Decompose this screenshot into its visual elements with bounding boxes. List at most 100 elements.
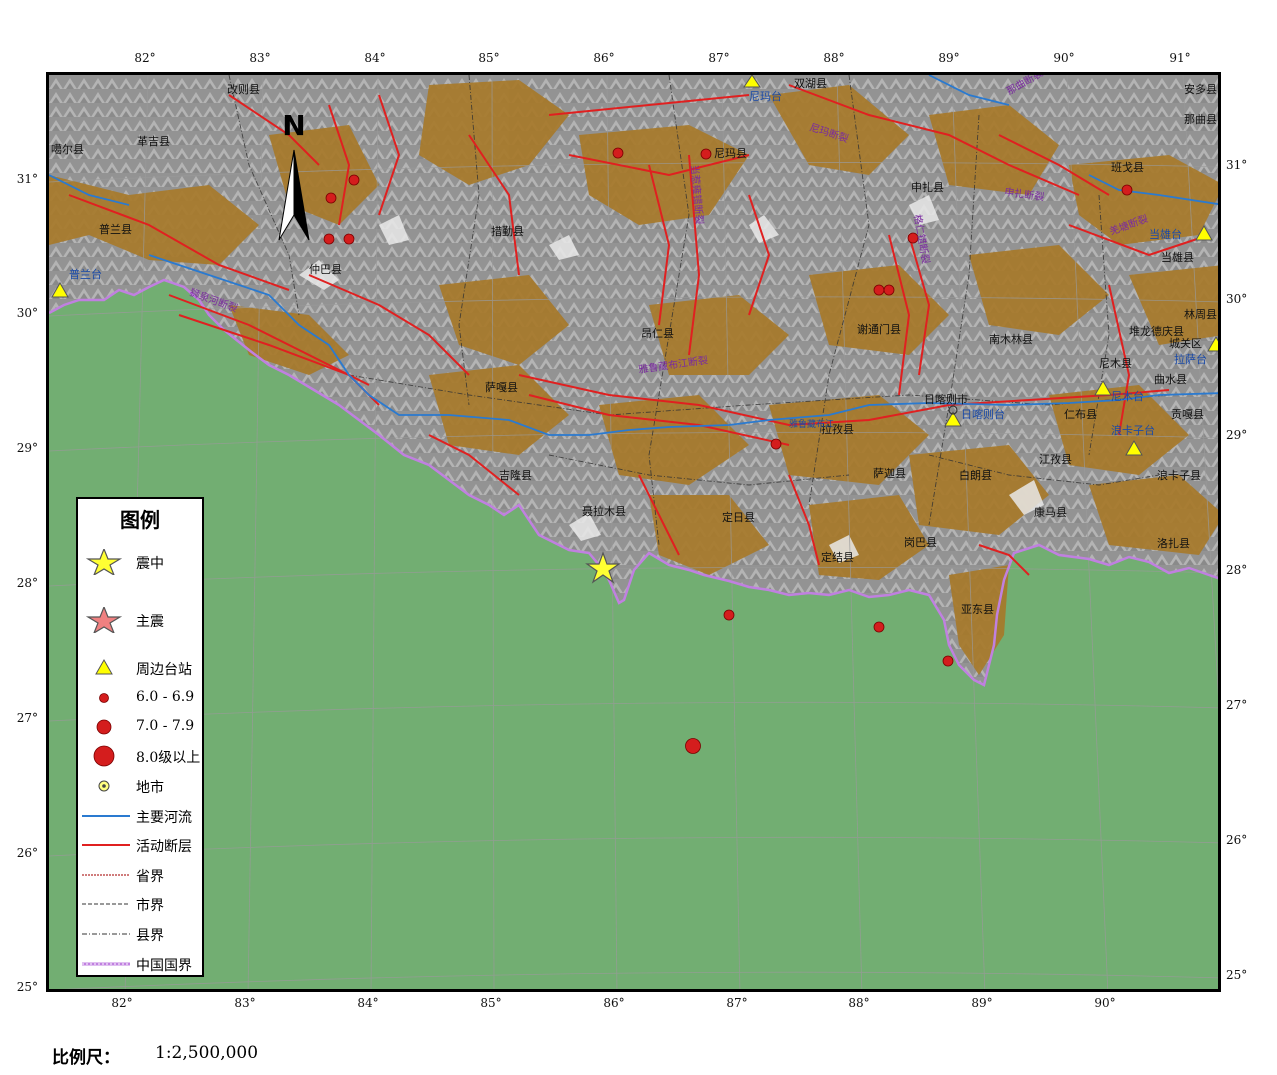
lon-tick-top: 88° bbox=[823, 51, 845, 65]
national-border-icon bbox=[82, 962, 130, 966]
place-label: 仲巴县 bbox=[309, 262, 342, 276]
lat-tick-left: 29° bbox=[16, 441, 38, 455]
lat-tick-right: 29° bbox=[1226, 428, 1248, 442]
place-label: 定日县 bbox=[722, 510, 755, 524]
lat-tick-left: 25° bbox=[16, 980, 38, 994]
lon-tick-top: 90° bbox=[1053, 51, 1075, 65]
legend-item-mag8: 8.0级以上 bbox=[82, 743, 200, 769]
place-label: 当雄县 bbox=[1161, 250, 1194, 264]
legend-label: 8.0级以上 bbox=[136, 750, 201, 766]
scale-value: 1:2,500,000 bbox=[155, 1043, 259, 1063]
dot-large-icon bbox=[93, 745, 115, 767]
quake-dot bbox=[883, 284, 895, 296]
place-label: 亚东县 bbox=[961, 603, 994, 616]
quake-dot bbox=[343, 233, 355, 245]
legend-item-city: 地市 bbox=[82, 773, 200, 799]
place-label: 定结县 bbox=[821, 550, 854, 564]
quake-dot bbox=[325, 192, 337, 204]
lon-tick-top: 86° bbox=[593, 51, 615, 65]
quake-dot bbox=[723, 609, 735, 621]
lat-tick-left: 30° bbox=[16, 306, 38, 320]
lat-tick-left: 28° bbox=[16, 576, 38, 590]
place-label: 那曲县 bbox=[1184, 113, 1217, 126]
legend-title: 图例 bbox=[120, 508, 160, 532]
place-label: 城关区 bbox=[1169, 336, 1202, 350]
quake-dot bbox=[873, 621, 885, 633]
place-label: 仁布县 bbox=[1064, 408, 1097, 421]
north-label: N bbox=[282, 109, 305, 142]
place-label: 曲水县 bbox=[1154, 373, 1187, 386]
place-label: 吉隆县 bbox=[499, 468, 532, 482]
lon-tick-top: 85° bbox=[478, 51, 500, 65]
legend-label: 地市 bbox=[136, 780, 164, 796]
lon-tick-bottom: 86° bbox=[603, 996, 625, 1010]
lon-tick-top: 87° bbox=[708, 51, 730, 65]
lon-tick-bottom: 84° bbox=[357, 996, 379, 1010]
place-label: 南木林县 bbox=[989, 332, 1033, 346]
legend-label: 中国国界 bbox=[136, 958, 192, 974]
place-label: 尼木台 bbox=[1111, 389, 1144, 403]
map-canvas[interactable]: N 改则县 革吉县 噶尔县 普兰县 普兰台 仲巴县 措勤县 尼玛县 双湖县 尼玛… bbox=[46, 72, 1221, 992]
lat-tick-right: 31° bbox=[1226, 158, 1248, 172]
quake-dot bbox=[942, 655, 954, 667]
river-line-icon bbox=[82, 815, 130, 817]
lat-tick-right: 25° bbox=[1226, 968, 1248, 982]
place-label: 浪卡子台 bbox=[1111, 423, 1155, 437]
place-label: 双湖县 bbox=[794, 77, 827, 90]
fault-line-icon bbox=[82, 844, 130, 846]
legend-item-epicenter: 震中 bbox=[82, 549, 200, 575]
legend-item-province: 省界 bbox=[82, 862, 200, 888]
lat-tick-right: 30° bbox=[1226, 292, 1248, 306]
place-label: 噶尔县 bbox=[51, 143, 84, 156]
lon-tick-top: 91° bbox=[1169, 51, 1191, 65]
legend-item-mag7: 7.0 - 7.9 bbox=[82, 714, 200, 740]
place-label: 昂仁县 bbox=[641, 327, 674, 340]
place-label: 白朗县 bbox=[959, 468, 992, 482]
lon-tick-top: 84° bbox=[364, 51, 386, 65]
lat-tick-right: 28° bbox=[1226, 563, 1248, 577]
lat-tick-right: 27° bbox=[1226, 698, 1248, 712]
legend-label: 县界 bbox=[136, 928, 164, 944]
place-label: 浪卡子县 bbox=[1157, 468, 1201, 482]
legend-item-mag6: 6.0 - 6.9 bbox=[82, 685, 200, 711]
place-label: 安多县 bbox=[1184, 82, 1217, 96]
scale-label: 比例尺： bbox=[52, 1048, 120, 1068]
lon-tick-bottom: 87° bbox=[726, 996, 748, 1010]
quake-dot bbox=[323, 233, 335, 245]
province-border-icon bbox=[82, 874, 130, 876]
place-label: 尼木县 bbox=[1099, 357, 1132, 370]
dot-small-icon bbox=[99, 693, 109, 703]
place-label: 康马县 bbox=[1034, 505, 1067, 519]
place-label: 岗巴县 bbox=[904, 536, 937, 549]
place-label: 日喀则市 bbox=[924, 392, 968, 406]
city-border-icon bbox=[82, 903, 130, 905]
lon-tick-bottom: 85° bbox=[480, 996, 502, 1010]
quake-dot bbox=[700, 148, 712, 160]
star-yellow-icon bbox=[85, 549, 123, 575]
place-label: 措勤县 bbox=[491, 224, 524, 238]
place-label: 尼玛县 bbox=[714, 147, 747, 160]
lon-tick-top: 89° bbox=[938, 51, 960, 65]
triangle-yellow-icon bbox=[95, 658, 113, 675]
place-label: 谢通门县 bbox=[857, 322, 901, 336]
legend-label: 市界 bbox=[136, 898, 164, 914]
quake-dot bbox=[612, 147, 624, 159]
lon-tick-bottom: 90° bbox=[1094, 996, 1116, 1010]
quake-dot bbox=[1121, 184, 1133, 196]
county-border-icon bbox=[82, 933, 130, 935]
star-pink-icon bbox=[85, 607, 123, 633]
place-label: 普兰县 bbox=[99, 222, 132, 236]
legend-label: 省界 bbox=[136, 869, 164, 885]
dot-medium-icon bbox=[96, 719, 112, 735]
lat-tick-left: 31° bbox=[16, 172, 38, 186]
legend-label: 主震 bbox=[136, 614, 164, 630]
place-label: 革吉县 bbox=[137, 134, 170, 148]
quake-dot bbox=[348, 174, 360, 186]
legend-item-mainshock: 主震 bbox=[82, 607, 200, 633]
place-label: 申扎县 bbox=[911, 180, 944, 194]
place-label: 林周县 bbox=[1184, 307, 1217, 321]
legend-label: 周边台站 bbox=[136, 662, 192, 678]
place-label: 堆龙德庆县 bbox=[1129, 324, 1184, 338]
quake-dot bbox=[770, 438, 782, 450]
place-label: 尼玛台 bbox=[749, 89, 782, 103]
